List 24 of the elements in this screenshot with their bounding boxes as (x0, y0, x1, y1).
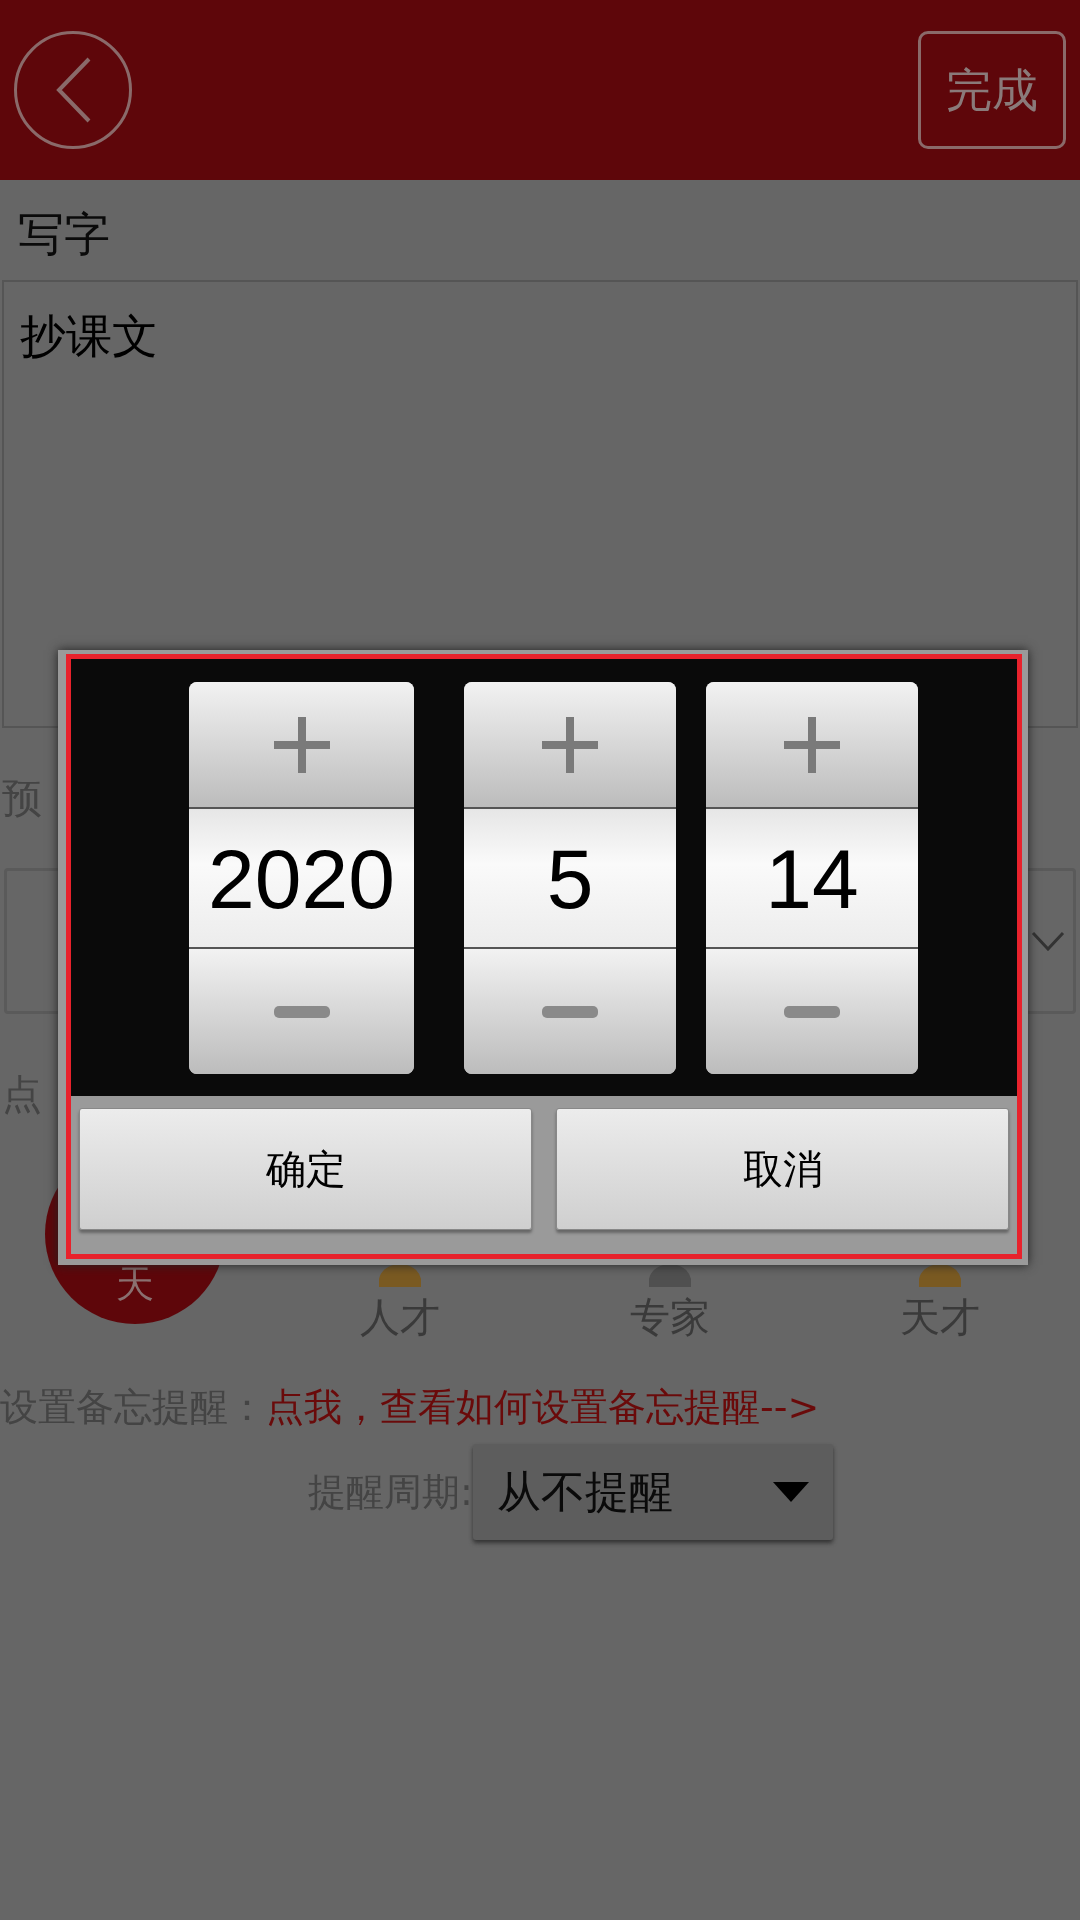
plus-icon (784, 716, 840, 773)
plus-icon (542, 716, 598, 773)
cycle-dropdown[interactable]: 从不提醒 (472, 1444, 833, 1540)
confirm-button[interactable]: 确定 (79, 1108, 532, 1230)
spinner-value: 5 (464, 807, 676, 949)
spinner-value: 2020 (189, 807, 414, 949)
dropdown-arrow-icon (772, 1482, 809, 1502)
decrement-button[interactable] (464, 949, 676, 1074)
minus-icon (784, 1005, 840, 1018)
done-button[interactable]: 完成 (918, 31, 1066, 149)
minus-icon (542, 1005, 598, 1018)
plus-icon (273, 716, 330, 773)
chevron-down-icon (1031, 931, 1065, 951)
back-button[interactable] (14, 31, 132, 149)
minus-icon (273, 1005, 330, 1018)
increment-button[interactable] (464, 682, 676, 807)
section-title: 写字 (17, 206, 111, 263)
increment-button[interactable] (189, 682, 414, 807)
decrement-button[interactable] (706, 949, 918, 1074)
cancel-button[interactable]: 取消 (556, 1108, 1009, 1230)
decrement-button[interactable] (189, 949, 414, 1074)
increment-button[interactable] (706, 682, 918, 807)
help-link[interactable]: 点我，查看如何设置备忘提醒--> (266, 1379, 820, 1436)
spinner-value: 14 (706, 807, 918, 949)
